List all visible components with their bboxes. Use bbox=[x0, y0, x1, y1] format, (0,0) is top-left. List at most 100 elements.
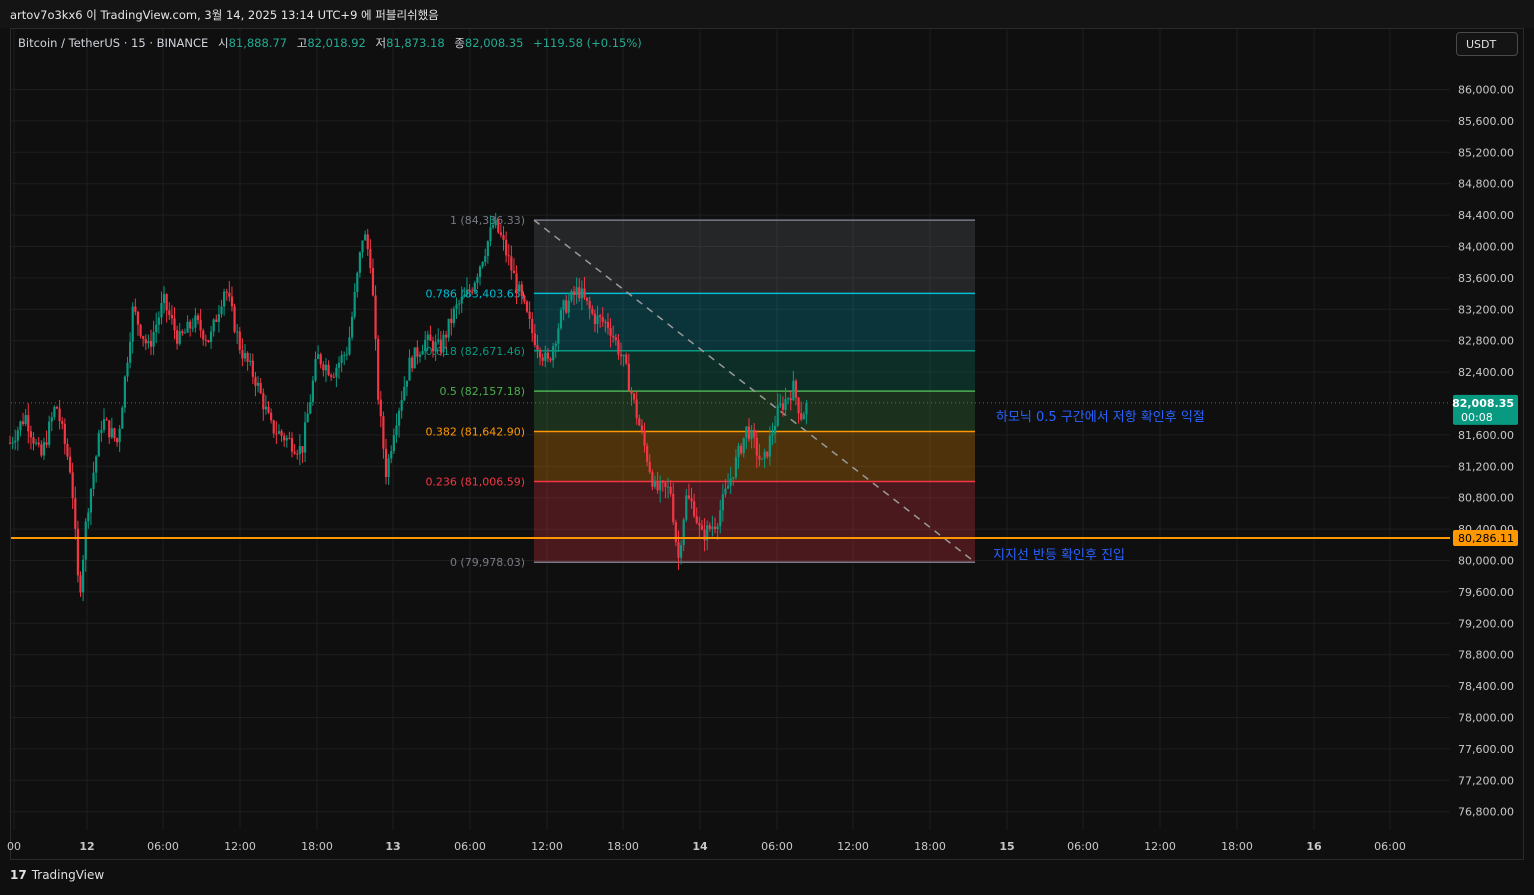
candle-body bbox=[126, 362, 129, 377]
candle-body bbox=[734, 457, 738, 478]
candle-body bbox=[152, 332, 155, 347]
candle-body bbox=[525, 301, 529, 312]
candle-body bbox=[580, 288, 583, 299]
candle-body bbox=[165, 294, 168, 311]
candle-body bbox=[666, 486, 670, 488]
candle-body bbox=[168, 310, 171, 316]
candle-body bbox=[729, 478, 732, 486]
price-tick-label: 79,600.00 bbox=[1458, 586, 1514, 599]
candle-body bbox=[800, 413, 803, 420]
candle-body bbox=[283, 435, 286, 441]
candle-body bbox=[21, 421, 25, 424]
price-tick-label: 79,200.00 bbox=[1458, 617, 1514, 630]
candle-body bbox=[491, 225, 495, 228]
close-label: 종 bbox=[454, 36, 465, 50]
candle-body bbox=[134, 306, 137, 312]
candle-body bbox=[173, 318, 176, 331]
candle-body bbox=[630, 390, 633, 394]
candle-body bbox=[721, 494, 724, 511]
candle-body bbox=[311, 380, 314, 403]
candle-body bbox=[32, 437, 35, 444]
time-tick-label: 12:00 bbox=[224, 840, 256, 853]
candle-body bbox=[149, 341, 153, 347]
candle-body bbox=[512, 270, 516, 274]
candle-body bbox=[100, 429, 103, 434]
candle-body bbox=[236, 331, 239, 333]
candle-body bbox=[155, 324, 158, 333]
time-tick-label: 12:00 bbox=[531, 840, 563, 853]
candle-body bbox=[585, 297, 589, 301]
candle-body bbox=[646, 445, 649, 462]
price-tick-label: 80,800.00 bbox=[1458, 492, 1514, 505]
candle-body bbox=[753, 429, 756, 438]
candle-body bbox=[505, 239, 508, 256]
candle-body bbox=[220, 306, 223, 315]
candle-body bbox=[418, 354, 422, 357]
candle-body bbox=[638, 418, 641, 426]
candle-body bbox=[76, 528, 79, 576]
time-tick-label: 12:00 bbox=[837, 840, 869, 853]
candle-body bbox=[724, 488, 727, 495]
candle-body bbox=[489, 227, 492, 242]
candle-body bbox=[309, 402, 312, 414]
candle-body bbox=[476, 276, 479, 283]
candle-body bbox=[486, 241, 489, 257]
candle-body bbox=[66, 443, 69, 457]
candle-body bbox=[212, 319, 215, 332]
candle-body bbox=[693, 501, 696, 517]
candle-body bbox=[392, 435, 395, 452]
candle-body bbox=[139, 324, 142, 337]
candle-body bbox=[241, 349, 244, 359]
candle-body bbox=[557, 328, 560, 344]
candle-body bbox=[460, 296, 463, 304]
price-tick-label: 78,800.00 bbox=[1458, 649, 1514, 662]
candle-body bbox=[353, 291, 356, 317]
candle-body bbox=[635, 399, 638, 419]
candle-body bbox=[609, 328, 612, 336]
candle-body bbox=[209, 331, 213, 343]
chart-canvas[interactable]: 1 (84,336.33)0.786 (83,403.65)0.618 (82,… bbox=[0, 0, 1534, 895]
candle-body bbox=[536, 345, 539, 350]
candle-body bbox=[719, 510, 722, 527]
candle-body bbox=[293, 451, 296, 454]
candle-body bbox=[682, 519, 685, 546]
symbol-name[interactable]: Bitcoin / TetherUS · 15 · BINANCE bbox=[18, 36, 208, 50]
candle-body bbox=[549, 358, 552, 361]
candle-body bbox=[502, 235, 505, 240]
candle-body bbox=[755, 437, 758, 456]
candle-body bbox=[238, 331, 241, 350]
candle-body bbox=[533, 333, 536, 346]
candle-body bbox=[562, 300, 565, 310]
candle-body bbox=[50, 417, 53, 422]
candle-body bbox=[716, 526, 719, 530]
candle-body bbox=[664, 482, 667, 487]
candle-body bbox=[8, 442, 12, 444]
footer-brand[interactable]: 17 TradingView bbox=[10, 868, 104, 882]
countdown-label: 00:08 bbox=[1461, 411, 1493, 424]
candle-body bbox=[687, 495, 691, 499]
candle-body bbox=[301, 446, 304, 453]
candle-body bbox=[572, 291, 576, 295]
candle-body bbox=[113, 428, 116, 439]
candle-body bbox=[343, 354, 346, 356]
candle-body bbox=[82, 559, 85, 593]
candle-body bbox=[588, 300, 591, 309]
candle-body bbox=[499, 232, 503, 236]
candle-body bbox=[690, 498, 693, 502]
candle-body bbox=[189, 321, 192, 329]
candle-body bbox=[79, 575, 82, 593]
candle-body bbox=[225, 291, 228, 293]
candle-body bbox=[262, 393, 265, 410]
candle-body bbox=[546, 352, 550, 359]
time-tick-label: 18:00 bbox=[914, 840, 946, 853]
candle-body bbox=[345, 354, 348, 356]
candle-body bbox=[256, 382, 260, 386]
currency-button[interactable]: USDT bbox=[1456, 32, 1518, 56]
candle-body bbox=[97, 433, 100, 457]
candle-body bbox=[340, 355, 343, 363]
candle-body bbox=[567, 300, 570, 313]
candle-body bbox=[48, 421, 51, 445]
candle-body bbox=[288, 437, 291, 439]
candle-body bbox=[405, 380, 409, 387]
candle-body bbox=[371, 268, 375, 296]
